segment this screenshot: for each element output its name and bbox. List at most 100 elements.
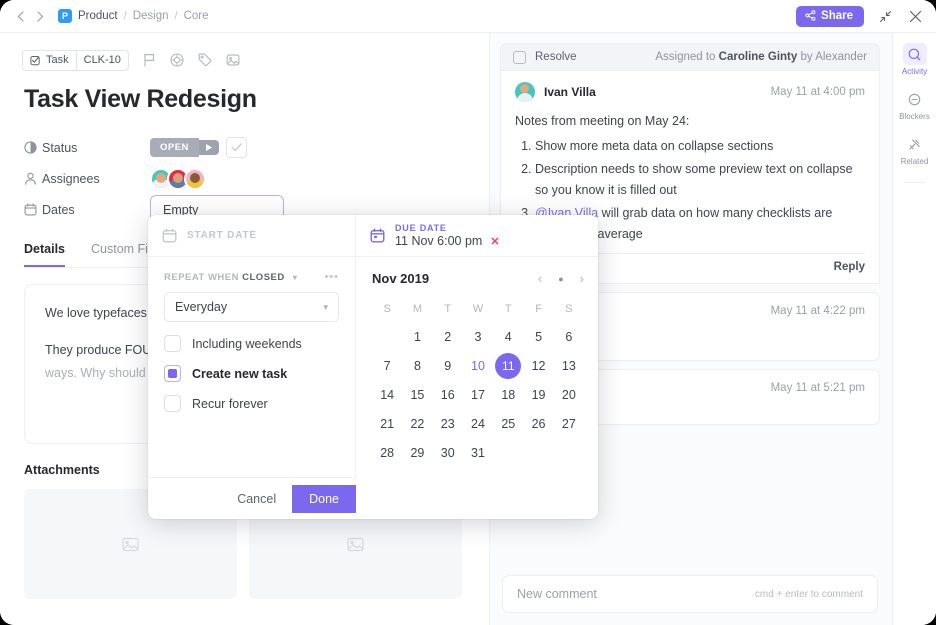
rail-item-related[interactable]: Related [895,133,935,166]
calendar-day[interactable]: 2 [433,322,463,351]
comment-timestamp: May 11 at 4:22 pm [770,305,865,317]
due-date-value-row: 11 Nov 6:00 pm ✕ [395,234,500,248]
done-button[interactable]: Done [292,484,356,513]
start-date-field[interactable]: START DATE [148,215,356,256]
assignee-avatars[interactable] [150,167,206,190]
calendar-day[interactable]: 26 [523,409,553,438]
calendar-day[interactable]: 27 [554,409,584,438]
comment-header: Ivan Villa May 11 at 4:00 pm [515,82,865,102]
calendar-day[interactable]: 1 [402,322,432,351]
calendar-grid[interactable]: S M T W T F S 1 2 3 4 5 6 7 8 9 10 11 12 13 14 15 16 17 18 19 20 21… [372,296,584,467]
reply-button[interactable]: Reply [834,261,865,273]
breadcrumb-project[interactable]: Product [78,10,118,22]
assigned-by-name: Alexander [815,51,867,63]
close-icon[interactable] [906,7,924,25]
forward-button[interactable] [30,5,50,27]
calendar-day[interactable]: 5 [523,322,553,351]
due-date-field[interactable]: DUE DATE 11 Nov 6:00 pm ✕ [356,215,598,256]
calendar-day[interactable]: 10 [463,351,493,380]
calendar-day[interactable]: 18 [493,380,523,409]
back-button[interactable] [10,5,30,27]
calendar-day[interactable]: 28 [372,438,402,467]
target-icon[interactable] [170,53,184,67]
calendar-day[interactable]: 8 [402,351,432,380]
checkbox-label: Including weekends [192,336,302,351]
task-window: P Product / Design / Core Share Task CLK… [0,0,936,625]
assigned-prefix: Assigned to [655,51,716,63]
calendar-dow: S [383,303,391,315]
task-type-badge[interactable]: Task CLK-10 [22,49,129,71]
checkbox-box[interactable] [164,395,181,412]
calendar-day[interactable]: 25 [493,409,523,438]
assigned-to-name: Caroline Ginty [718,51,798,63]
checkbox-recur-forever[interactable]: Recur forever [164,395,339,412]
avatar[interactable] [515,82,535,102]
calendar-day[interactable]: 7 [372,351,402,380]
cancel-button[interactable]: Cancel [237,492,276,506]
calendar-day[interactable]: 30 [433,438,463,467]
status-dropdown-caret[interactable] [198,140,219,155]
complete-task-button[interactable] [225,137,247,158]
calendar-day[interactable]: 3 [463,322,493,351]
avatar[interactable] [184,167,206,190]
calendar-day[interactable]: 19 [523,380,553,409]
breadcrumb-space[interactable]: Design [133,10,169,22]
new-comment-input[interactable]: New comment cmd + enter to comment [502,575,878,613]
more-dots-icon[interactable]: ••• [324,271,339,283]
calendar-day[interactable]: 20 [554,380,584,409]
chevron-down-icon[interactable]: ▾ [293,273,298,282]
image-placeholder-icon [122,537,139,551]
task-id-segment[interactable]: CLK-10 [75,50,128,70]
share-button[interactable]: Share [796,5,864,27]
checkbox-create-new-task[interactable]: Create new task [164,365,339,382]
new-comment-hint: cmd + enter to comment [754,588,863,600]
calendar-day[interactable]: 9 [433,351,463,380]
tab-details[interactable]: Details [24,242,65,267]
rail-item-activity[interactable]: Activity [895,43,935,76]
calendar-day[interactable]: 11 [493,351,523,380]
calendar-day[interactable]: 12 [523,351,553,380]
calendar-day[interactable]: 16 [433,380,463,409]
repeat-frequency-select[interactable]: Everyday ▾ [164,292,339,322]
image-icon[interactable] [226,53,240,67]
calendar-day[interactable]: 21 [372,409,402,438]
prev-month-button[interactable]: ‹ [538,271,542,286]
breadcrumb-list[interactable]: Core [184,10,209,22]
rail-item-blockers[interactable]: Blockers [895,88,935,121]
flag-icon[interactable] [143,53,156,67]
calendar-day[interactable]: 13 [554,351,584,380]
resolve-checkbox[interactable] [513,50,526,64]
today-dot-icon[interactable]: ● [558,274,563,284]
tag-icon[interactable] [198,53,212,67]
resolve-label[interactable]: Resolve [535,51,577,63]
assigned-by-prefix: by [800,51,813,63]
status-badge[interactable]: OPEN [150,138,199,157]
calendar-day[interactable]: 22 [402,409,432,438]
minimize-icon[interactable] [876,7,894,25]
calendar-dow: M [412,303,422,315]
field-assignees: Assignees [24,163,467,194]
calendar-day[interactable]: 4 [493,322,523,351]
calendar-day[interactable]: 29 [402,438,432,467]
checkbox-label: Recur forever [192,396,268,411]
checkbox-box[interactable] [164,335,181,352]
task-type-label: Task [46,54,69,66]
next-month-button[interactable]: › [580,271,584,286]
x-clear-icon[interactable]: ✕ [490,235,499,248]
task-type-segment[interactable]: Task [23,51,76,70]
checkbox-including-weekends[interactable]: Including weekends [164,335,339,352]
assignees-label: Assignees [42,171,100,186]
due-date-label: DUE DATE [395,223,447,233]
calendar-day[interactable]: 15 [402,380,432,409]
calendar-day[interactable]: 31 [463,438,493,467]
task-meta-toolbar: Task CLK-10 [22,49,467,71]
calendar-day[interactable]: 24 [463,409,493,438]
calendar-day[interactable]: 14 [372,380,402,409]
tab-custom-fields[interactable]: Custom Fie [91,242,155,267]
repeat-state-text[interactable]: CLOSED [242,272,285,283]
calendar-day[interactable]: 23 [433,409,463,438]
checkbox-box[interactable] [164,365,181,382]
resolve-bar: Resolve Assigned to Caroline Ginty by Al… [500,43,880,71]
calendar-day[interactable]: 17 [463,380,493,409]
calendar-day[interactable]: 6 [554,322,584,351]
